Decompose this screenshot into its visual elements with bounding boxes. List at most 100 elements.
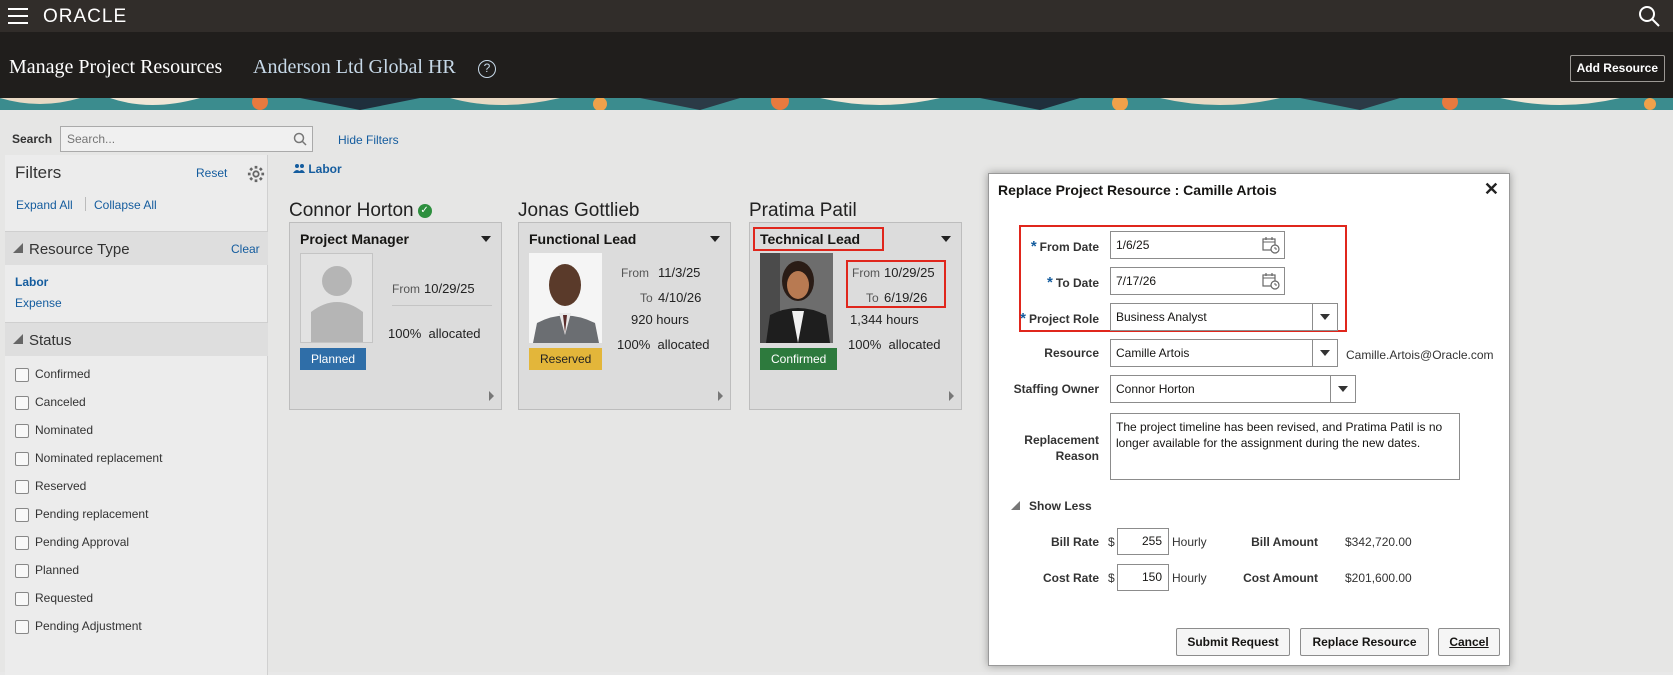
allocation: 100% allocated xyxy=(848,337,941,352)
status-nominated-replacement[interactable]: Nominated replacement xyxy=(15,451,162,467)
status-canceled[interactable]: Canceled xyxy=(15,395,86,411)
page-title: Manage Project Resources xyxy=(9,56,223,78)
cost-rate-label: Cost Rate xyxy=(1042,571,1099,585)
from-date-field[interactable]: 1/6/25 xyxy=(1110,231,1285,259)
replace-resource-button[interactable]: Replace Resource xyxy=(1300,628,1429,656)
labor-link[interactable]: Labor xyxy=(293,162,342,176)
cancel-button[interactable]: Cancel xyxy=(1438,628,1500,656)
resource-card[interactable]: Project Manager From 10/29/25 100% alloc… xyxy=(289,222,502,410)
resource-type-expense[interactable]: Expense xyxy=(15,296,62,310)
menu-icon[interactable] xyxy=(8,8,28,24)
search-box[interactable] xyxy=(60,126,313,152)
reset-link[interactable]: Reset xyxy=(196,166,227,180)
bill-amount-label: Bill Amount xyxy=(1251,535,1318,549)
resource-type-header[interactable]: Resource Type Clear xyxy=(5,231,268,265)
status-reserved[interactable]: Reserved xyxy=(15,479,86,495)
resource-card[interactable]: Technical Lead From 10/29/25 To 6/19/26 … xyxy=(749,222,962,410)
to-date-value: 7/17/26 xyxy=(1116,274,1157,288)
status-label: Confirmed xyxy=(35,367,91,381)
search-icon[interactable] xyxy=(1637,4,1661,28)
staffing-owner-select[interactable]: Connor Horton xyxy=(1110,375,1356,403)
status-confirmed[interactable]: Confirmed xyxy=(15,367,90,383)
status-header[interactable]: Status xyxy=(5,322,268,356)
staffing-owner-value: Connor Horton xyxy=(1116,382,1195,396)
submit-request-button[interactable]: Submit Request xyxy=(1176,628,1290,656)
resource-email: Camille.Artois@Oracle.com xyxy=(1346,348,1494,362)
show-less-label: Show Less xyxy=(1029,499,1092,513)
resource-type-labor[interactable]: Labor xyxy=(15,275,48,289)
from-date: 11/3/25 xyxy=(658,265,701,280)
checkbox[interactable] xyxy=(15,535,29,550)
checkbox[interactable] xyxy=(15,451,29,466)
checkbox[interactable] xyxy=(15,423,29,438)
project-name: Anderson Ltd Global HR xyxy=(253,56,456,78)
chevron-down-icon[interactable] xyxy=(710,236,720,242)
checkbox[interactable] xyxy=(15,619,29,634)
bill-rate-label: Bill Rate xyxy=(1050,535,1099,549)
checkbox[interactable] xyxy=(15,367,29,382)
search-icon[interactable] xyxy=(292,131,308,147)
chevron-right-icon[interactable] xyxy=(489,391,494,401)
oracle-logo[interactable]: ORACLE xyxy=(43,6,127,28)
chevron-right-icon[interactable] xyxy=(949,391,954,401)
close-icon[interactable]: ✕ xyxy=(1484,179,1499,200)
status-pending-adjustment[interactable]: Pending Adjustment xyxy=(15,619,142,635)
collapse-all-link[interactable]: Collapse All xyxy=(94,198,157,212)
resource-select[interactable]: Camille Artois xyxy=(1110,339,1338,367)
help-icon[interactable]: ? xyxy=(478,60,496,78)
dialog-title: Replace Project Resource : Camille Artoi… xyxy=(998,182,1277,198)
calendar-icon[interactable] xyxy=(1262,236,1280,254)
show-less-toggle[interactable]: Show Less xyxy=(1011,499,1092,513)
expand-all-link[interactable]: Expand All xyxy=(16,198,73,212)
chevron-right-icon[interactable] xyxy=(718,391,723,401)
allocation-percent: 100% xyxy=(388,326,422,341)
role-title: Functional Lead xyxy=(529,231,637,247)
chevron-down-icon[interactable] xyxy=(1312,304,1337,330)
allocation: 100% allocated xyxy=(388,326,481,341)
resource-card[interactable]: Functional Lead From 11/3/25 To 4/10/26 … xyxy=(518,222,731,410)
status-requested[interactable]: Requested xyxy=(15,591,93,607)
to-label: To xyxy=(640,291,653,305)
status-pending-replacement[interactable]: Pending replacement xyxy=(15,507,148,523)
hide-filters-link[interactable]: Hide Filters xyxy=(338,133,399,147)
allocated-label: allocated xyxy=(657,337,710,352)
chevron-down-icon[interactable] xyxy=(941,236,951,242)
status-badge: Planned xyxy=(300,348,367,370)
status-badge: Confirmed xyxy=(760,348,838,370)
chevron-down-icon[interactable] xyxy=(1312,340,1337,366)
divider xyxy=(85,197,86,211)
status-label: Requested xyxy=(35,591,94,605)
status-title: Status xyxy=(29,332,72,349)
to-date-field[interactable]: 7/17/26 xyxy=(1110,267,1285,295)
to-date: 4/10/26 xyxy=(658,290,702,305)
replacement-reason-label: Replacement Reason xyxy=(989,432,1099,464)
checkbox[interactable] xyxy=(15,395,29,410)
collapse-triangle-icon xyxy=(1011,501,1020,510)
checkbox[interactable] xyxy=(15,507,29,522)
status-nominated[interactable]: Nominated xyxy=(15,423,93,439)
chevron-down-icon[interactable] xyxy=(481,236,491,242)
replacement-reason-textarea[interactable]: The project timeline has been revised, a… xyxy=(1110,413,1460,480)
allocated-label: allocated xyxy=(888,337,941,352)
to-date-label-text: To Date xyxy=(1055,276,1099,290)
status-label: Planned xyxy=(35,563,80,577)
project-role-select[interactable]: Business Analyst xyxy=(1110,303,1338,331)
currency-symbol: $ xyxy=(1108,535,1115,549)
gear-icon[interactable] xyxy=(247,165,265,183)
checkbox[interactable] xyxy=(15,591,29,606)
person-name: Pratima Patil xyxy=(749,200,857,221)
checkbox[interactable] xyxy=(15,563,29,578)
chevron-down-icon[interactable] xyxy=(1330,376,1355,402)
checkbox[interactable] xyxy=(15,479,29,494)
bill-rate-input[interactable]: 255 xyxy=(1117,528,1169,555)
status-pending-approval[interactable]: Pending Approval xyxy=(15,535,129,551)
collapse-triangle-icon xyxy=(13,243,23,253)
status-planned[interactable]: Planned xyxy=(15,563,79,579)
labor-link-label: Labor xyxy=(308,162,342,176)
add-resource-button[interactable]: Add Resource xyxy=(1569,55,1665,82)
role-title: Project Manager xyxy=(300,231,409,247)
calendar-icon[interactable] xyxy=(1262,272,1280,290)
clear-link[interactable]: Clear xyxy=(231,242,260,256)
search-input[interactable] xyxy=(61,127,286,151)
cost-rate-input[interactable]: 150 xyxy=(1117,564,1169,591)
